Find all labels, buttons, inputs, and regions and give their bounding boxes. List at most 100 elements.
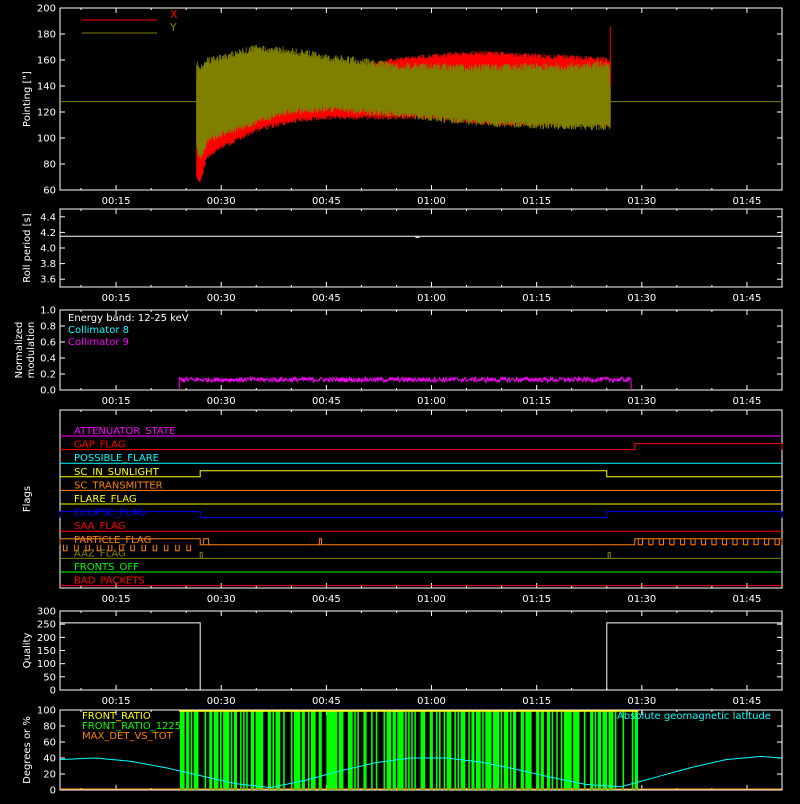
modulation-legend-0: Energy band: 12-25 keV [68,313,189,324]
x-tick-label: 01:15 [522,594,551,605]
y-tick-label: 0.6 [40,338,56,349]
y-tick-label: 0.0 [40,386,56,397]
legend-label-y: Y [169,21,177,34]
flag-label-fronts-off: FRONTS_OFF [74,562,139,573]
y-tick-label: 120 [37,108,56,119]
x-tick-label: 01:45 [733,696,762,707]
x-tick-label: 01:15 [522,696,551,707]
x-tick-label: 00:15 [102,196,131,207]
x-tick-label: 00:15 [102,396,131,407]
y-tick-label: 300 [37,607,56,618]
flag-pulses-aaz-flag [199,551,611,559]
x-tick-label: 01:00 [417,696,446,707]
y-tick-label: 80 [43,722,56,733]
flag-line-sc-in-sunlight [60,470,782,478]
x-tick-label: 01:15 [522,196,551,207]
geomagnetic-legend: Absolute geomagnetic latitude [617,711,771,722]
x-tick-label: 01:15 [522,396,551,407]
panel-pointing: 00:15 00:30 00:45 01:00 01:15 01:30 01:45 60 80 1… [22,4,783,207]
y-tick-label: 4.4 [40,212,56,223]
ratio-legend-2: MAX_DET_VS_TOT [82,731,174,742]
y-axis-label: Roll period [s] [22,213,33,282]
quality-series [60,622,782,691]
front-ratio-1225-bars [179,711,638,790]
modulation-legend-1: Collimator 8 [68,325,129,336]
y-tick-label: 140 [37,82,56,93]
panel-quality: 00:15 00:30 00:45 01:00 01:15 01:30 01:45 0 50 10… [22,607,783,707]
y-axis-label: Flags [22,486,33,512]
x-tick-label: 01:30 [627,396,656,407]
panel-ratios: 020406080100Degrees or % FRONT_RATIOFRONT… [22,706,783,797]
x-tick-label: 01:45 [733,196,762,207]
x-tick-label: 01:00 [417,396,446,407]
x-tick-label: 00:45 [312,696,341,707]
y-tick-label: 80 [43,160,56,171]
flag-label-possible-flare: POSSIBLE_FLARE [74,453,159,464]
x-tick-label: 00:15 [102,696,131,707]
y-tick-label: 40 [43,754,56,765]
flag-line-eclipse-flag [59,511,783,519]
x-tick-label: 01:30 [627,196,656,207]
panel-modulation: 00:15 00:30 00:45 01:00 01:15 01:30 01:45 0.0 0.… [14,306,783,407]
flag-line-gap-flag [60,443,783,451]
x-tick-label: 00:45 [312,196,341,207]
x-tick-label: 00:45 [312,396,341,407]
x-tick-label: 00:45 [312,594,341,605]
x-tick-label: 00:30 [207,196,236,207]
panel-roll_period: 00:15 00:30 00:45 01:00 01:15 01:30 01:45 3.6 3.… [22,208,783,304]
flag-label-sc-in-sunlight: SC_IN_SUNLIGHT [74,467,160,478]
x-tick-label: 01:30 [627,594,656,605]
flag-label-sc-transmitter: SC_TRANSMITTER [74,480,163,491]
y-axis-label: Normalized [14,322,25,379]
y-tick-label: 0.2 [40,370,56,381]
x-tick-label: 01:00 [417,594,446,605]
flag-label-gap-flag: GAP_FLAG [74,440,126,451]
y-tick-label: 0.8 [40,322,56,333]
flag-label-particle-flag: PARTICLE_FLAG [74,535,151,546]
y-tick-label: 3.8 [40,259,56,270]
y-tick-label: 4.2 [40,228,56,239]
y-tick-label: 20 [43,770,56,781]
x-tick-label: 00:30 [207,396,236,407]
y-tick-label: 0 [50,786,56,797]
y-tick-label: 100 [37,134,56,145]
y-tick-label: 180 [37,30,56,41]
y-axis-label: modulation [26,322,37,379]
flag-label-bad-packets: BAD_PACKETS [74,576,145,587]
flag-label-aaz-flag: AAZ_FLAG [74,548,126,559]
y-tick-label: 60 [43,186,56,197]
flag-label-attenuator-state: ATTENUATOR_STATE [74,426,175,437]
figure-canvas: 00:15 00:30 00:45 01:00 01:15 01:30 01:45 60 80 1… [14,4,783,797]
x-tick-label: 00:30 [207,594,236,605]
x-tick-label: 01:15 [522,293,551,304]
x-tick-label: 01:30 [627,293,656,304]
modulation-legend-2: Collimator 9 [68,337,129,348]
y-tick-label: 1.0 [40,306,56,317]
x-tick-label: 00:45 [312,293,341,304]
y-axis-label: Degrees or % [22,716,33,784]
y-tick-label: 60 [43,738,56,749]
flag-label-eclipse-flag: ECLIPSE_FLAG [74,508,145,519]
x-tick-label: 00:15 [102,293,131,304]
x-tick-label: 00:30 [207,293,236,304]
x-tick-label: 01:00 [417,293,446,304]
y-axis-label: Pointing ["] [22,71,33,127]
y-axis-label: Quality [22,633,33,669]
x-tick-label: 01:30 [627,696,656,707]
x-tick-label: 01:45 [733,293,762,304]
flag-label-flare-flag: FLARE_FLAG [74,494,137,505]
y-tick-label: 0.4 [40,354,56,365]
y-tick-label: 3.6 [40,275,56,286]
y-tick-label: 200 [37,4,56,15]
y-tick-label: 100 [37,706,56,717]
legend-label-x: X [170,8,178,21]
collimator9-series [178,375,632,391]
y-tick-label: 4.0 [40,244,56,255]
y-tick-label: 0 [50,686,56,697]
x-tick-label: 01:45 [733,396,762,407]
plot-frame [59,208,783,288]
x-tick-label: 00:15 [102,594,131,605]
y-tick-label: 100 [37,659,56,670]
y-tick-label: 250 [37,620,56,631]
quicklook-figure: 00:15 00:30 00:45 01:00 01:15 01:30 01:45 60 80 1… [0,0,800,800]
